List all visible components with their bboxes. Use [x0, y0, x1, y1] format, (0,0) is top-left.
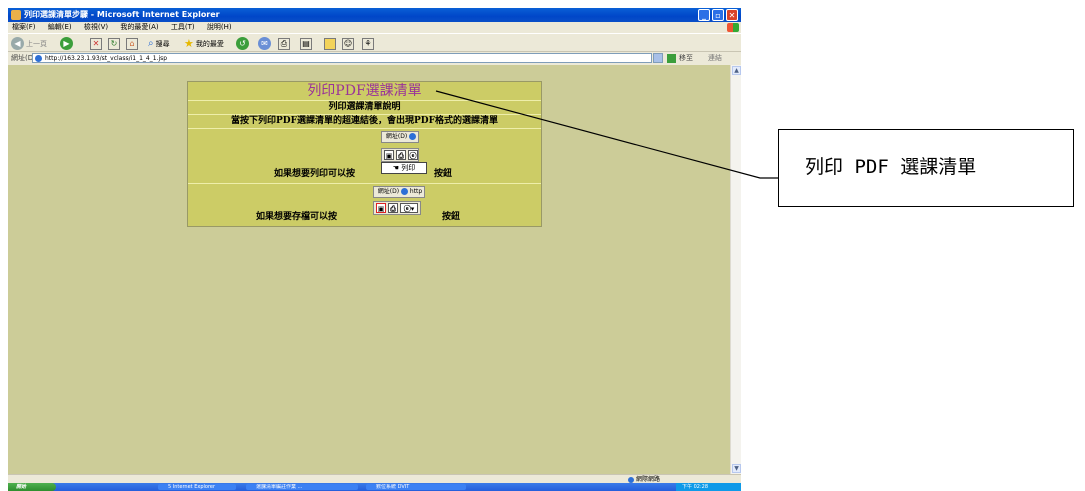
callout-box: 列印 PDF 選課清單: [778, 129, 1074, 207]
window-title: 列印選課清單步驟 - Microsoft Internet Explorer: [24, 10, 220, 19]
edit-button[interactable]: ▤: [300, 37, 312, 50]
ie-page-icon: [400, 188, 408, 195]
instruction-table: 列印PDF選課清單 列印選課清單說明 當按下列印PDF選課清單的超連結後，會出現…: [187, 81, 542, 227]
ie-app-icon: [11, 10, 21, 20]
printer-icon: ⎙: [278, 37, 290, 50]
print-mini-addressbar: 網址(D): [381, 131, 419, 143]
save-mini-url: http: [409, 188, 423, 195]
menu-tools[interactable]: 工具(T): [171, 23, 195, 31]
printer-icon: ⎙: [396, 150, 406, 160]
save-icon: ▣: [376, 203, 386, 213]
refresh-icon: ↻: [108, 37, 120, 50]
print-mini-address-label: 網址(D): [385, 133, 408, 140]
close-button[interactable]: ✕: [726, 9, 738, 21]
print-toolbar-button[interactable]: ⎙: [278, 37, 290, 50]
save-caption: 如果想要存檔可以按: [256, 212, 338, 222]
print-button-illustration: ☚ 列印: [381, 162, 427, 174]
scroll-down-icon[interactable]: ▼: [732, 464, 741, 473]
favorites-button[interactable]: ★ 我的最愛: [184, 37, 224, 50]
taskbar-item-dvit[interactable]: 數位系統 DVIT: [366, 484, 466, 490]
toolbar: ◀ 上一頁 ▶ ✕ ↻ ⌂ ⌕ 搜尋 ★ 我的最愛 ↺ ✉ ⎙ ▤ ☺ ⚘: [8, 33, 741, 52]
go-button[interactable]: 移至: [679, 52, 693, 65]
clock: 下午 02:28: [682, 484, 708, 490]
discuss-button[interactable]: [324, 37, 336, 50]
ie-dropdown-icon: ⓔ▾: [400, 203, 418, 213]
save-step: 網址(D) http ▣ ⎙ ⓔ▾ 如果想要存檔可以按 按鈕: [188, 184, 541, 226]
print-step: 網址(D) ▣ ⎙ ⓔ ☚ 列印 如果想要列印可以按 按鈕: [188, 129, 541, 184]
history-button[interactable]: ↺: [236, 37, 249, 50]
print-caption: 如果想要列印可以按: [274, 169, 356, 179]
edit-icon: ▤: [300, 37, 312, 50]
windows-logo-icon: [727, 23, 739, 32]
taskbar: 開始 5 Internet Explorer 選課清單編註作業 ... 數位系統…: [8, 483, 741, 491]
forward-button[interactable]: ▶: [60, 37, 73, 50]
history-icon: ↺: [236, 37, 249, 50]
menu-file[interactable]: 檔案(F): [12, 23, 36, 31]
ie-page-icon: [409, 133, 417, 140]
search-button[interactable]: ⌕ 搜尋: [148, 37, 170, 50]
save-mini-addressbar: 網址(D) http: [373, 186, 425, 198]
menu-edit[interactable]: 編輯(E): [48, 23, 72, 31]
home-icon: ⌂: [126, 37, 138, 50]
save-mini-toolbar: ▣ ⎙ ⓔ▾: [373, 201, 421, 215]
scroll-up-icon[interactable]: ▲: [732, 66, 741, 75]
save-icon: ▣: [384, 150, 394, 160]
browser-window: 列印選課清單步驟 - Microsoft Internet Explorer _…: [8, 8, 741, 491]
research-button[interactable]: ⚘: [362, 37, 374, 50]
system-tray: 下午 02:28: [676, 483, 741, 491]
messenger-icon: ☺: [342, 37, 354, 50]
address-input[interactable]: http://163.23.1.93/st_vclass/i1_1_4_1.js…: [32, 53, 652, 63]
stop-button[interactable]: ✕: [90, 37, 102, 50]
links-button[interactable]: 連結: [708, 52, 722, 65]
mail-button[interactable]: ✉: [258, 37, 271, 50]
search-icon: ⌕: [148, 38, 154, 49]
minimize-button[interactable]: _: [698, 9, 710, 21]
ie-page-icon: [35, 55, 42, 62]
taskbar-item-ie[interactable]: 5 Internet Explorer: [158, 484, 236, 490]
home-button[interactable]: ⌂: [126, 37, 138, 50]
star-icon: ★: [184, 37, 194, 50]
print-mini-toolbar: ▣ ⎙ ⓔ: [381, 148, 419, 162]
research-icon: ⚘: [362, 37, 374, 50]
printer-icon: ⎙: [388, 203, 398, 213]
stop-icon: ✕: [90, 37, 102, 50]
favorites-label: 我的最愛: [195, 39, 224, 48]
menu-favorites[interactable]: 我的最愛(A): [120, 23, 158, 31]
back-arrow-icon: ◀: [11, 37, 24, 50]
back-label: 上一頁: [26, 39, 47, 48]
taskbar-item-editor[interactable]: 選課清單編註作業 ...: [246, 484, 358, 490]
address-url: http://163.23.1.93/st_vclass/i1_1_4_1.js…: [45, 55, 168, 62]
menu-help[interactable]: 說明(H): [207, 23, 232, 31]
instruction-text: 當按下列印PDF選課清單的超連結後，會出現PDF格式的選課清單: [188, 115, 541, 129]
address-bar: 網址(D) http://163.23.1.93/st_vclass/i1_1_…: [8, 52, 741, 65]
go-arrow-icon[interactable]: [667, 54, 676, 63]
messenger-button[interactable]: ☺: [342, 37, 354, 50]
page-content: 列印PDF選課清單 列印選課清單說明 當按下列印PDF選課清單的超連結後，會出現…: [8, 65, 730, 474]
hand-icon: ☚: [392, 164, 400, 172]
section-heading: 列印選課清單說明: [188, 101, 541, 115]
mail-icon: ✉: [258, 37, 271, 50]
menu-view[interactable]: 檢視(V): [84, 23, 108, 31]
vertical-scrollbar[interactable]: ▲ ▼: [730, 65, 741, 474]
back-button[interactable]: ◀ 上一頁: [11, 37, 47, 50]
refresh-button[interactable]: ↻: [108, 37, 120, 50]
save-caption-suffix: 按鈕: [442, 212, 461, 222]
folder-icon: [324, 37, 336, 50]
forward-arrow-icon: ▶: [60, 37, 73, 50]
print-caption-suffix: 按鈕: [434, 169, 453, 179]
save-mini-address-label: 網址(D): [377, 188, 400, 195]
start-button[interactable]: 開始: [8, 483, 56, 491]
ie-icon: ⓔ: [408, 150, 418, 160]
maximize-button[interactable]: ▫: [712, 9, 724, 21]
title-bar: 列印選課清單步驟 - Microsoft Internet Explorer _…: [8, 8, 741, 22]
page-title: 列印PDF選課清單: [188, 82, 541, 101]
search-label: 搜尋: [155, 39, 170, 48]
print-button-label: 列印: [401, 164, 416, 172]
menu-bar: 檔案(F) 編輯(E) 檢視(V) 我的最愛(A) 工具(T) 說明(H): [8, 22, 741, 33]
address-dropdown-button[interactable]: [653, 53, 663, 63]
